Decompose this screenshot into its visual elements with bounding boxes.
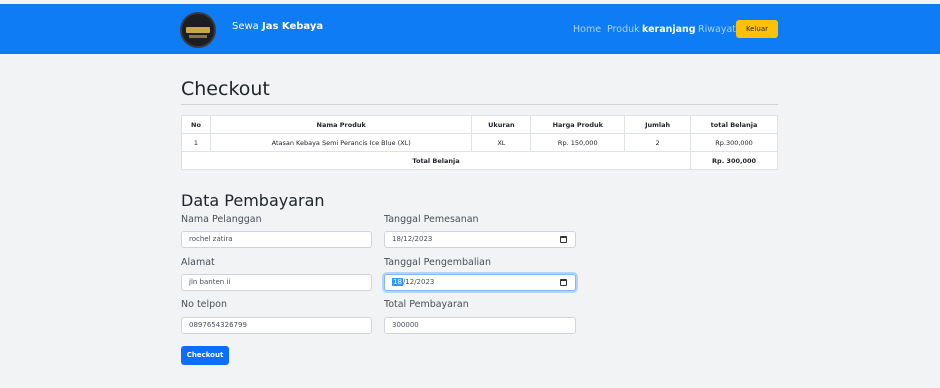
col-header-total-belanja: total Belanja xyxy=(690,115,778,134)
cell-no: 1 xyxy=(181,133,211,152)
total-label: Total Belanja xyxy=(180,151,692,170)
col-header-harga-produk: Harga Produk xyxy=(530,115,626,134)
return-date-value: /12/2023 xyxy=(402,278,435,286)
cell-jumlah: 2 xyxy=(624,133,692,152)
total-payment-input[interactable]: 300000 xyxy=(384,317,576,334)
checkout-button[interactable]: Checkout xyxy=(181,346,229,365)
col-header-nama-produk: Nama Produk xyxy=(209,115,473,134)
address-label: Alamat xyxy=(181,257,215,268)
brand-title[interactable]: Sewa Jas Kebaya xyxy=(232,21,323,32)
cell-ukuran: XL xyxy=(471,133,532,152)
phone-label: No telpon xyxy=(181,299,228,310)
cart-table: No Nama Produk Ukuran Harga Produk Jumla… xyxy=(180,115,778,170)
order-date-value: 18/12/2023 xyxy=(392,235,433,243)
table-row: 1 Atasan Kebaya Semi Perancis Ice Blue (… xyxy=(181,133,778,152)
page-title: Checkout xyxy=(181,78,270,100)
navbar: Sewa Jas Kebaya Home Produk keranjang Ri… xyxy=(0,4,940,54)
customer-name-label: Nama Pelanggan xyxy=(181,214,262,225)
logout-button[interactable]: Keluar xyxy=(736,20,778,38)
cell-harga-produk: Rp. 150,000 xyxy=(530,133,626,152)
calendar-icon[interactable] xyxy=(560,236,567,243)
cell-nama-produk: Atasan Kebaya Semi Perancis Ice Blue (XL… xyxy=(209,133,473,152)
table-total-row: Total Belanja Rp. 300,000 xyxy=(180,151,778,170)
col-header-no: No xyxy=(181,115,211,134)
logo-icon[interactable] xyxy=(180,12,216,48)
cell-total-belanja: Rp.300,000 xyxy=(690,133,778,152)
customer-name-input[interactable]: rochel zatira xyxy=(181,231,372,248)
nav-link-produk[interactable]: Produk xyxy=(607,24,640,35)
col-header-ukuran: Ukuran xyxy=(471,115,532,134)
order-date-input[interactable]: 18/12/2023 xyxy=(384,231,576,248)
return-date-selected: 18 xyxy=(392,278,403,286)
col-header-jumlah: Jumlah xyxy=(624,115,692,134)
nav-link-riwayat[interactable]: Riwayat xyxy=(698,24,736,35)
section-title: Data Pembayaran xyxy=(181,191,325,210)
divider xyxy=(181,104,778,105)
phone-input[interactable]: 0897654326799 xyxy=(181,317,372,334)
calendar-icon[interactable] xyxy=(560,279,567,286)
address-input[interactable]: jln banten ii xyxy=(181,274,372,291)
nav-link-keranjang[interactable]: keranjang xyxy=(642,24,696,35)
order-date-label: Tanggal Pemesanan xyxy=(384,214,479,225)
total-payment-label: Total Pembayaran xyxy=(384,299,469,310)
return-date-label: Tanggal Pengembalian xyxy=(384,257,491,268)
nav-link-home[interactable]: Home xyxy=(573,24,601,35)
return-date-input[interactable]: 18/12/2023 xyxy=(384,274,576,291)
total-value: Rp. 300,000 xyxy=(690,151,778,170)
table-header-row: No Nama Produk Ukuran Harga Produk Jumla… xyxy=(181,115,778,134)
